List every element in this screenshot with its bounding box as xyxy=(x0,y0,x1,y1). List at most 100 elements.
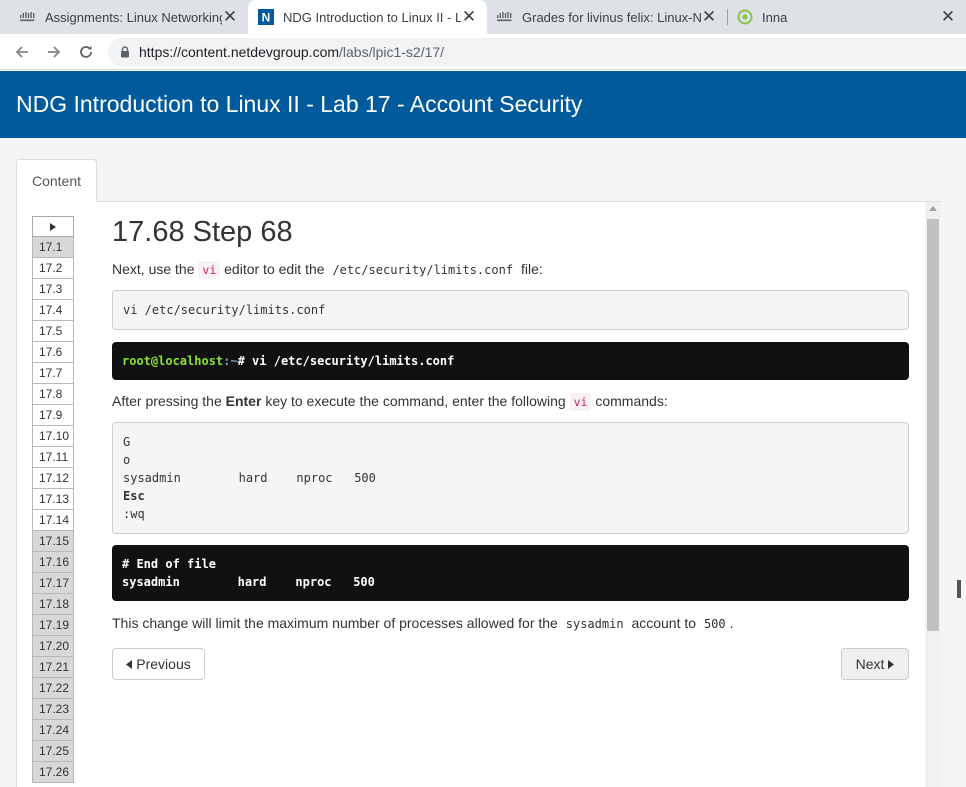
step-item[interactable]: 17.23 xyxy=(32,699,74,720)
step-heading: 17.68 Step 68 xyxy=(112,216,293,248)
terminal-line: sysadmin hard nproc 500 xyxy=(122,575,375,589)
cisco-icon xyxy=(497,9,513,25)
step-item[interactable]: 17.7 xyxy=(32,363,74,384)
step-item[interactable]: 17.1 xyxy=(32,237,74,258)
inline-code-sysadmin: sysadmin xyxy=(565,617,624,631)
browser-tab-ndg-active[interactable]: N NDG Introduction to Linux II - Lab ✕ xyxy=(248,0,487,34)
browser-toolbar: https://content.netdevgroup.com/labs/lpi… xyxy=(0,34,966,70)
page-title: NDG Introduction to Linux II - Lab 17 - … xyxy=(16,91,583,117)
chevron-right-icon xyxy=(888,659,895,669)
step-content: 17.68 Step 68 Next, use the vi editor to… xyxy=(112,214,909,634)
text: commands: xyxy=(595,393,668,409)
lab-header: NDG Introduction to Linux II - Lab 17 - … xyxy=(0,71,966,138)
step-item[interactable]: 17.14 xyxy=(32,510,74,531)
step-item[interactable]: 17.10 xyxy=(32,426,74,447)
scroll-up-arrow-icon[interactable] xyxy=(929,206,937,211)
step-list: 17.1 17.2 17.3 17.4 17.5 17.6 17.7 17.8 17.9 17.1… xyxy=(32,216,74,783)
text: file: xyxy=(520,261,543,277)
step-item[interactable]: 17.8 xyxy=(32,384,74,405)
step-item[interactable]: 17.18 xyxy=(32,594,74,615)
text: Next, use the xyxy=(112,261,195,277)
url-path: /labs/lpic1-s2/17/ xyxy=(339,44,445,60)
vi-commands-box: Go sysadmin hard nproc 500 Esc :wq xyxy=(112,422,909,534)
enter-key-label: Enter xyxy=(225,393,262,409)
close-tab-icon[interactable]: ✕ xyxy=(222,8,238,25)
step-item[interactable]: 17.5 xyxy=(32,321,74,342)
vi-command-line: sysadmin hard nproc 500 xyxy=(123,471,376,485)
url-host: https://content.netdevgroup.com xyxy=(139,44,340,60)
caret-right-icon xyxy=(50,222,56,231)
content-scrollbar[interactable] xyxy=(925,202,941,787)
step-item[interactable]: 17.16 xyxy=(32,552,74,573)
next-label: Next xyxy=(855,656,885,672)
step-item[interactable]: 17.11 xyxy=(32,447,74,468)
vi-command-line: o xyxy=(123,453,131,467)
step-item[interactable]: 17.3 xyxy=(32,279,74,300)
ndg-n-icon: N xyxy=(258,9,274,25)
prompt-user: root@localhost xyxy=(122,354,224,368)
text: account to xyxy=(631,615,697,631)
tab-content[interactable]: Content xyxy=(16,159,97,202)
step-item[interactable]: 17.6 xyxy=(32,342,74,363)
step-item[interactable]: 17.24 xyxy=(32,720,74,741)
step-item[interactable]: 17.26 xyxy=(32,762,74,783)
scrollbar-thumb[interactable] xyxy=(927,219,939,631)
forward-arrow-icon[interactable] xyxy=(42,40,66,64)
terminal-line: # End of file xyxy=(122,557,216,571)
step-item[interactable]: 17.20 xyxy=(32,636,74,657)
command-box: vi /etc/security/limits.conf xyxy=(112,290,909,330)
step-item[interactable]: 17.19 xyxy=(32,615,74,636)
text: . xyxy=(729,615,734,631)
close-tab-icon[interactable]: ✕ xyxy=(940,8,956,25)
lock-icon xyxy=(120,46,130,58)
tab-title: Assignments: Linux Networking xyxy=(45,9,222,25)
window-edge xyxy=(957,580,961,598)
step-list-toggle[interactable] xyxy=(32,216,74,237)
step-item[interactable]: 17.4 xyxy=(32,300,74,321)
vi-command-line: :wq xyxy=(123,507,145,521)
step-item[interactable]: 17.9 xyxy=(32,405,74,426)
step-item[interactable]: 17.12 xyxy=(32,468,74,489)
step-item[interactable]: 17.17 xyxy=(32,573,74,594)
inline-code-vi: vi xyxy=(198,261,221,279)
browser-tab-strip: Assignments: Linux Networking ✕ N NDG In… xyxy=(0,0,966,34)
tab-title: Grades for livinus felix: Linux-Net xyxy=(522,9,701,25)
step-item[interactable]: 17.13 xyxy=(32,489,74,510)
terminal-output-1: root@localhost:~# vi /etc/security/limit… xyxy=(112,342,909,380)
previous-button[interactable]: Previous xyxy=(112,648,205,680)
tab-title: Inna xyxy=(762,9,788,25)
terminal-command: # vi /etc/security/limits.conf xyxy=(237,354,455,368)
instruction-paragraph-1: Next, use the vi editor to edit the /etc… xyxy=(112,259,909,280)
browser-tab-assignments[interactable]: Assignments: Linux Networking ✕ xyxy=(0,0,248,34)
text: This change will limit the maximum numbe… xyxy=(112,615,558,631)
text: key to execute the command, enter the fo… xyxy=(265,393,566,409)
prompt-path: :~ xyxy=(223,354,238,368)
target-circle-icon xyxy=(737,9,753,25)
terminal-output-2: # End of file sysadmin hard nproc 500 xyxy=(112,545,909,601)
browser-tab-grades[interactable]: Grades for livinus felix: Linux-Net ✕ xyxy=(487,0,727,34)
step-item[interactable]: 17.15 xyxy=(32,531,74,552)
chevron-left-icon xyxy=(126,659,133,669)
close-tab-icon[interactable]: ✕ xyxy=(701,8,717,25)
text: After pressing the xyxy=(112,393,222,409)
inline-code-path: /etc/security/limits.conf xyxy=(332,263,514,277)
cisco-icon xyxy=(20,9,36,25)
next-button[interactable]: Next xyxy=(841,648,909,680)
vi-command-line: Esc xyxy=(123,489,145,503)
close-tab-icon[interactable]: ✕ xyxy=(461,8,477,25)
step-item[interactable]: 17.2 xyxy=(32,258,74,279)
step-item[interactable]: 17.22 xyxy=(32,678,74,699)
step-item[interactable]: 17.25 xyxy=(32,741,74,762)
inline-code-vi: vi xyxy=(569,393,592,411)
reload-icon[interactable] xyxy=(74,40,98,64)
svg-text:N: N xyxy=(262,11,271,25)
previous-label: Previous xyxy=(136,656,191,672)
vi-command-line: G xyxy=(123,435,131,449)
text: editor to edit the xyxy=(224,261,325,277)
inline-code-500: 500 xyxy=(703,617,726,631)
back-arrow-icon[interactable] xyxy=(10,40,34,64)
tab-title: NDG Introduction to Linux II - Lab xyxy=(283,9,461,25)
address-bar[interactable]: https://content.netdevgroup.com/labs/lpi… xyxy=(108,38,966,66)
step-item[interactable]: 17.21 xyxy=(32,657,74,678)
browser-tab-inna[interactable]: Inna ✕ xyxy=(728,0,966,34)
